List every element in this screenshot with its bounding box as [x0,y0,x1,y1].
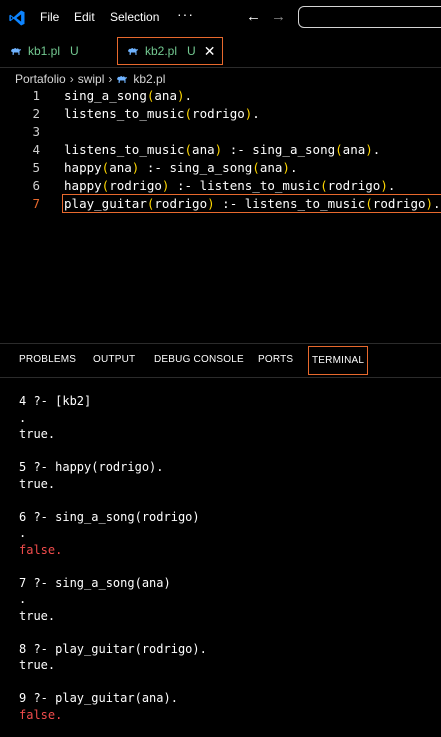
terminal-line: true. [19,476,56,491]
breadcrumb-file[interactable]: kb2.pl [133,72,165,86]
code-line[interactable]: 1 sing_a_song(ana). [0,88,441,106]
terminal-line: . [19,592,27,606]
tab-debug-console[interactable]: DEBUG CONSOLE [154,354,244,365]
menu-file[interactable]: File [40,10,59,24]
menu-edit[interactable]: Edit [74,10,95,24]
untracked-badge: U [187,44,196,58]
code-line[interactable]: 4 listens_to_music(ana) :- sing_a_song(an… [0,142,441,160]
tab-terminal[interactable]: TERMINAL [308,346,369,375]
line-number: 2 [32,106,40,121]
code-line[interactable]: 2 listens_to_music(rodrigo). [0,106,441,124]
code-text: happy(rodrigo) :- listens_to_music(rodri… [64,178,396,193]
editor-tabs: kb1.pl U kb2.pl U ✕ [0,35,441,68]
prolog-camel-icon [117,76,128,83]
terminal-line: 7 ?- sing_a_song(ana) [19,575,171,590]
vscode-logo-icon[interactable] [8,9,26,27]
code-editor[interactable]: 1 sing_a_song(ana). 2 listens_to_music(rodr… [0,88,441,340]
prolog-camel-icon [11,47,21,55]
terminal-line: 9 ?- play_guitar(ana). [19,691,178,705]
more-menu-icon[interactable]: ··· [177,6,194,22]
panel-tabs: PROBLEMS OUTPUT DEBUG CONSOLE PORTS TERM… [0,343,441,378]
terminal-line: false. [19,707,63,722]
forward-arrow-icon[interactable]: → [271,8,286,25]
tab-kb1[interactable]: kb1.pl U [0,35,111,66]
prolog-camel-icon [128,48,138,55]
code-line[interactable]: 7 play_guitar(rodrigo) :- listens_to_musi… [0,194,441,214]
code-text: sing_a_song(ana). [64,88,193,103]
code-text: happy(ana) :- sing_a_song(ana). [64,160,298,175]
code-line[interactable]: 5 happy(ana) :- sing_a_song(ana). [0,160,441,178]
untracked-badge: U [70,43,79,58]
close-icon[interactable]: ✕ [204,43,216,60]
tab-problems[interactable]: PROBLEMS [19,354,76,365]
terminal-line: true. [19,608,56,623]
menu-selection[interactable]: Selection [110,10,159,24]
terminal-line: true. [19,427,56,441]
tab-kb2[interactable]: kb2.pl U ✕ [117,37,223,65]
tab-kb2-label: kb2.pl [145,44,178,58]
terminal-line: 6 ?- sing_a_song(rodrigo) [19,509,200,524]
line-number: 6 [32,178,40,193]
code-line[interactable]: 6 happy(rodrigo) :- listens_to_music(rodr… [0,178,441,196]
terminal-line: . [19,410,27,425]
code-text: listens_to_music(rodrigo). [64,106,260,121]
breadcrumb-swipl[interactable]: swipl [78,72,105,86]
tab-kb1-label: kb1.pl [28,43,61,58]
terminal-line: true. [19,658,56,672]
command-center-search[interactable] [298,6,441,28]
terminal-line: 8 ?- play_guitar(rodrigo). [19,641,207,656]
line-number: 4 [32,142,40,157]
line-number: 1 [32,88,40,103]
code-line[interactable]: 3 [0,124,441,142]
terminal-line: . [19,526,27,540]
line-number: 7 [32,196,40,211]
terminal-line: 4 ?- [kb2] [19,394,92,408]
tab-output[interactable]: OUTPUT [93,354,135,365]
terminal-line: false. [19,542,63,557]
breadcrumb: Portafolio › swipl › kb2.pl [15,71,165,87]
tab-ports[interactable]: PORTS [258,354,293,365]
code-text: play_guitar(rodrigo) :- listens_to_music… [62,194,441,213]
breadcrumb-portafolio[interactable]: Portafolio [15,72,66,86]
chevron-right-icon: › [69,72,74,86]
code-text: listens_to_music(ana) :- sing_a_song(ana… [64,142,381,157]
line-number: 3 [32,124,40,139]
chevron-right-icon: › [108,72,113,86]
line-number: 5 [32,160,40,175]
terminal-line: 5 ?- happy(rodrigo). [19,460,164,474]
back-arrow-icon[interactable]: ← [246,8,261,25]
title-bar: File Edit Selection ··· ← → [0,0,441,35]
